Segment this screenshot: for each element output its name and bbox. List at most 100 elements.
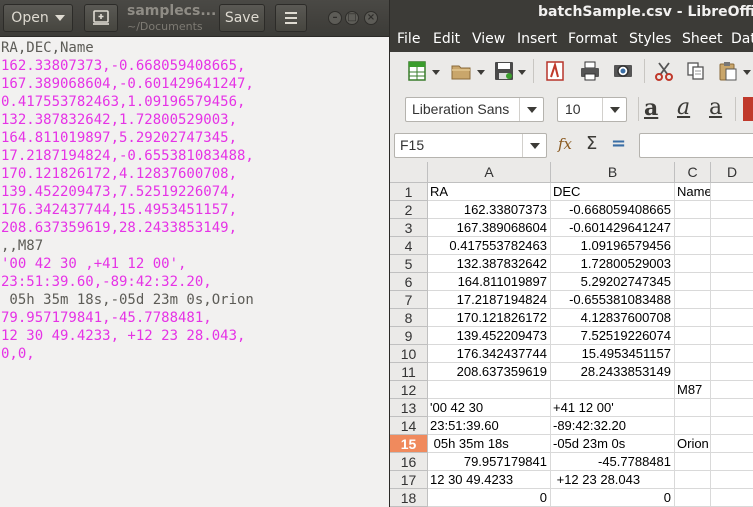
save-icon[interactable]	[493, 60, 515, 82]
cell-a7[interactable]: 17.2187194824	[428, 291, 551, 309]
menu-data[interactable]: Dat	[731, 31, 753, 47]
cell-a9[interactable]: 139.452209473	[428, 327, 551, 345]
cell-b7[interactable]: -0.655381083488	[551, 291, 675, 309]
chevron-down-icon[interactable]	[432, 70, 440, 75]
cell-b18[interactable]: 0	[551, 489, 675, 507]
cell-d11[interactable]	[711, 363, 753, 381]
cell-c10[interactable]	[675, 345, 711, 363]
cell-d14[interactable]	[711, 417, 753, 435]
bold-icon[interactable]: a	[644, 95, 658, 121]
row-header[interactable]: 12	[390, 381, 428, 399]
row-header[interactable]: 6	[390, 273, 428, 291]
chevron-down-icon[interactable]	[519, 98, 543, 121]
cell-b15[interactable]: -05d 23m 0s	[551, 435, 675, 453]
close-icon[interactable]: ×	[364, 11, 378, 25]
hamburger-menu-button[interactable]	[275, 4, 307, 32]
underline-icon[interactable]: a	[709, 95, 722, 120]
cell-d3[interactable]	[711, 219, 753, 237]
cell-b11[interactable]: 28.2433853149	[551, 363, 675, 381]
chevron-down-icon[interactable]	[518, 70, 526, 75]
cell-d10[interactable]	[711, 345, 753, 363]
row-header[interactable]: 10	[390, 345, 428, 363]
cell-d2[interactable]	[711, 201, 753, 219]
cell-d12[interactable]	[711, 381, 753, 399]
row-header[interactable]: 18	[390, 489, 428, 507]
cell-d13[interactable]	[711, 399, 753, 417]
cell-a18[interactable]: 0	[428, 489, 551, 507]
formula-input[interactable]	[639, 133, 753, 158]
cell-a16[interactable]: 79.957179841	[428, 453, 551, 471]
italic-icon[interactable]: a	[677, 95, 690, 120]
cell-c17[interactable]	[675, 471, 711, 489]
cell-d1[interactable]	[711, 183, 753, 201]
cell-b12[interactable]	[551, 381, 675, 399]
menu-insert[interactable]: Insert	[517, 31, 557, 47]
row-header[interactable]: 2	[390, 201, 428, 219]
row-header[interactable]: 14	[390, 417, 428, 435]
cell-a15[interactable]: 05h 35m 18s	[428, 435, 551, 453]
row-header[interactable]: 5	[390, 255, 428, 273]
cell-b16[interactable]: -45.7788481	[551, 453, 675, 471]
row-header[interactable]: 15	[390, 435, 428, 453]
cell-a5[interactable]: 132.387832642	[428, 255, 551, 273]
cell-b5[interactable]: 1.72800529003	[551, 255, 675, 273]
menu-sheet[interactable]: Sheet	[682, 31, 722, 47]
sum-icon[interactable]: Σ	[586, 133, 597, 154]
cell-c1[interactable]: Name	[675, 183, 711, 201]
chevron-down-icon[interactable]	[477, 70, 485, 75]
cell-b13[interactable]: +41 12 00'	[551, 399, 675, 417]
cell-d7[interactable]	[711, 291, 753, 309]
minimize-icon[interactable]: –	[328, 11, 342, 25]
cell-d5[interactable]	[711, 255, 753, 273]
row-header[interactable]: 9	[390, 327, 428, 345]
cell-b14[interactable]: -89:42:32.20	[551, 417, 675, 435]
cell-d4[interactable]	[711, 237, 753, 255]
new-spreadsheet-icon[interactable]	[406, 60, 428, 82]
row-header[interactable]: 7	[390, 291, 428, 309]
cell-b6[interactable]: 5.29202747345	[551, 273, 675, 291]
column-header-c[interactable]: C	[675, 162, 711, 183]
cell-c16[interactable]	[675, 453, 711, 471]
menu-view[interactable]: View	[472, 31, 505, 47]
cell-c12[interactable]: M87	[675, 381, 711, 399]
cell-a2[interactable]: 162.33807373	[428, 201, 551, 219]
cell-a1[interactable]: RA	[428, 183, 551, 201]
copy-icon[interactable]	[685, 60, 707, 82]
cell-c6[interactable]	[675, 273, 711, 291]
cell-c2[interactable]	[675, 201, 711, 219]
row-header[interactable]: 1	[390, 183, 428, 201]
row-header[interactable]: 4	[390, 237, 428, 255]
cell-c9[interactable]	[675, 327, 711, 345]
cell-d17[interactable]	[711, 471, 753, 489]
cell-c8[interactable]	[675, 309, 711, 327]
cell-a12[interactable]	[428, 381, 551, 399]
chevron-down-icon[interactable]	[743, 70, 751, 75]
name-box[interactable]: F15	[394, 133, 547, 158]
row-header[interactable]: 16	[390, 453, 428, 471]
row-header[interactable]: 8	[390, 309, 428, 327]
cell-a17[interactable]: 12 30 49.4233	[428, 471, 551, 489]
column-header-d[interactable]: D	[711, 162, 753, 183]
column-header-a[interactable]: A	[428, 162, 551, 183]
cell-b1[interactable]: DEC	[551, 183, 675, 201]
menu-format[interactable]: Format	[568, 31, 617, 47]
print-icon[interactable]	[579, 60, 601, 82]
maximize-icon[interactable]: □	[345, 11, 359, 25]
cell-a13[interactable]: '00 42 30	[428, 399, 551, 417]
cell-d15[interactable]	[711, 435, 753, 453]
cell-a14[interactable]: 23:51:39.60	[428, 417, 551, 435]
cell-a3[interactable]: 167.389068604	[428, 219, 551, 237]
row-header[interactable]: 13	[390, 399, 428, 417]
cell-b2[interactable]: -0.668059408665	[551, 201, 675, 219]
open-button[interactable]: Open	[3, 4, 73, 32]
formula-equals-icon[interactable]: =	[611, 133, 626, 154]
cell-c14[interactable]	[675, 417, 711, 435]
cell-c3[interactable]	[675, 219, 711, 237]
row-header[interactable]: 3	[390, 219, 428, 237]
cell-d18[interactable]	[711, 489, 753, 507]
row-header[interactable]: 11	[390, 363, 428, 381]
column-header-b[interactable]: B	[551, 162, 675, 183]
open-folder-icon[interactable]	[450, 60, 472, 82]
cell-d16[interactable]	[711, 453, 753, 471]
cell-b4[interactable]: 1.09196579456	[551, 237, 675, 255]
